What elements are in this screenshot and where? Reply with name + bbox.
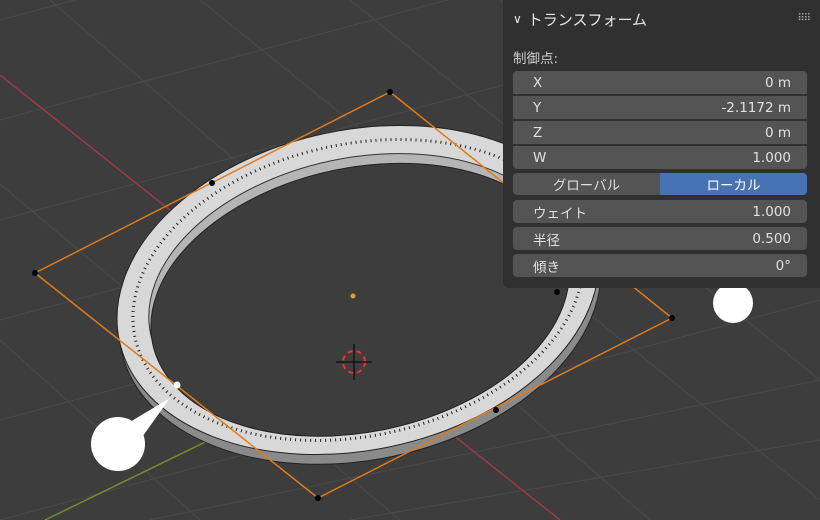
field-value: -2.1172 m bbox=[721, 99, 791, 116]
global-button[interactable]: グローバル bbox=[513, 173, 660, 195]
callout-bubble-left bbox=[91, 398, 170, 471]
chevron-down-icon[interactable]: ∨ bbox=[513, 12, 522, 26]
section-label: 制御点: bbox=[513, 51, 559, 67]
field-label: Z bbox=[533, 124, 543, 141]
panel-title: トランスフォーム bbox=[527, 10, 648, 29]
field-value: 1.000 bbox=[752, 149, 791, 166]
w-field[interactable]: W 1.000 bbox=[513, 146, 807, 169]
tilt-field[interactable]: 傾き 0° bbox=[513, 254, 807, 277]
field-label: 傾き bbox=[533, 259, 560, 276]
radius-field[interactable]: 半径 0.500 bbox=[513, 227, 807, 250]
field-value: 0° bbox=[775, 257, 791, 274]
field-label: Y bbox=[533, 99, 542, 116]
field-label: W bbox=[533, 149, 547, 166]
space-toggle: グローバル ローカル bbox=[513, 173, 807, 195]
field-value: 0 m bbox=[764, 124, 791, 141]
drag-handle-icon[interactable]: ⠿⠿ bbox=[797, 13, 811, 24]
field-label: 半径 bbox=[533, 232, 560, 249]
local-button[interactable]: ローカル bbox=[660, 173, 807, 195]
field-label: ウェイト bbox=[533, 205, 587, 222]
field-value: 1.000 bbox=[752, 203, 791, 220]
y-field[interactable]: Y -2.1172 m bbox=[513, 96, 807, 119]
panel-header[interactable]: ∨ トランスフォーム bbox=[503, 0, 820, 38]
field-value: 0.500 bbox=[752, 230, 791, 247]
transform-panel: ∨ トランスフォーム ⠿⠿ 制御点: X 0 m Y -2.1172 m Z 0 m W… bbox=[503, 0, 820, 288]
weight-field[interactable]: ウェイト 1.000 bbox=[513, 200, 807, 223]
z-field[interactable]: Z 0 m bbox=[513, 121, 807, 144]
x-field[interactable]: X 0 m bbox=[513, 71, 807, 94]
field-value: 0 m bbox=[764, 74, 791, 91]
origin-dot bbox=[350, 293, 356, 299]
field-label: X bbox=[533, 74, 543, 91]
